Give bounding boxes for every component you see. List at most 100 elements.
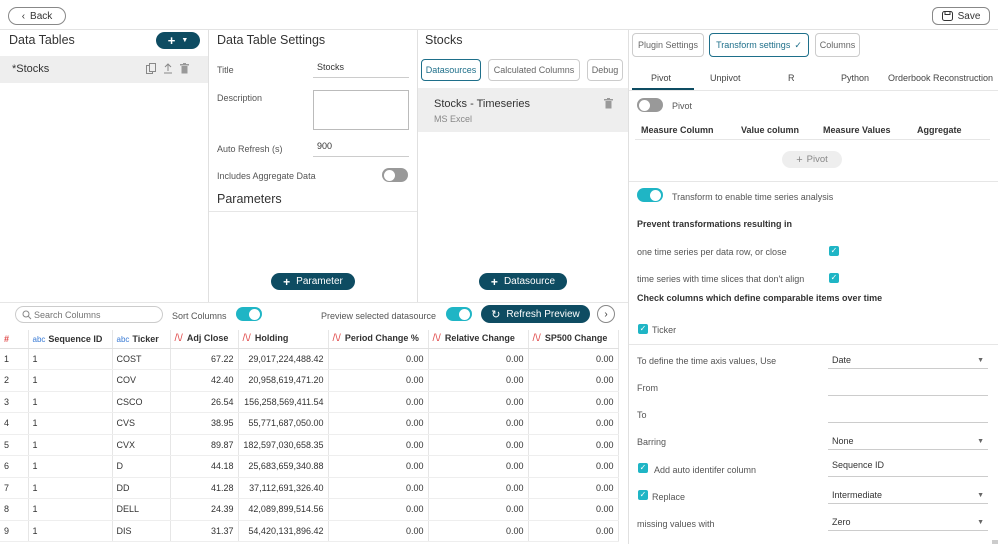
search-columns-field[interactable]: [15, 306, 163, 323]
barring-select[interactable]: None ▼: [828, 433, 988, 450]
table-cell: 0.00: [528, 348, 619, 370]
column-header-adj-close[interactable]: /\/Adj Close: [170, 330, 239, 349]
table-cell: 0.00: [528, 477, 619, 499]
table-cell: 42.40: [170, 369, 239, 392]
sort-columns-toggle[interactable]: [236, 307, 262, 321]
description-textarea[interactable]: [313, 90, 409, 130]
text-type-icon: abc: [32, 334, 46, 344]
time-axis-value: Date: [832, 355, 852, 365]
column-header-period-change[interactable]: /\/Period Change %: [328, 330, 429, 349]
caret-down-icon: ▼: [977, 437, 984, 445]
add-datasource-button[interactable]: + Datasource: [479, 273, 567, 290]
subtab-unpivot[interactable]: Unpivot: [710, 73, 741, 83]
tab-transform-settings[interactable]: Transform settings ✓: [709, 33, 809, 57]
table-cell: 1: [28, 477, 113, 499]
caret-down-icon: ▼: [181, 37, 189, 44]
prevent-option-1-label: one time series per data row, or close: [637, 247, 787, 257]
numeric-type-icon: /\/: [332, 333, 341, 345]
table-row[interactable]: 6 1 D 44.18 25,683,659,340.88 0.00 0.00 0.00: [0, 455, 619, 478]
time-axis-select[interactable]: Date ▼: [828, 352, 988, 369]
add-data-table-button[interactable]: + ▼: [156, 32, 200, 49]
back-button[interactable]: ‹ Back: [8, 7, 66, 25]
tab-calculated-columns[interactable]: Calculated Columns: [488, 59, 580, 81]
table-cell: 42,089,899,514.56: [238, 498, 329, 521]
trash-icon[interactable]: [180, 63, 189, 74]
table-cell: 0.00: [528, 455, 619, 478]
pivot-toggle[interactable]: [637, 98, 663, 112]
subtab-pivot[interactable]: Pivot: [651, 73, 671, 83]
pivot-column-measure-values: Measure Values: [823, 125, 891, 135]
title-input[interactable]: Stocks: [313, 62, 409, 78]
table-row[interactable]: 2 1 COV 42.40 20,958,619,471.20 0.00 0.00 0.00: [0, 369, 619, 392]
pivot-column-measure: Measure Column: [641, 125, 714, 135]
replace-checkbox[interactable]: ✓: [638, 490, 648, 500]
datasource-item[interactable]: Stocks - Timeseries MS Excel: [418, 88, 628, 132]
table-row[interactable]: 3 1 CSCO 26.54 156,258,569,411.54 0.00 0.00 0.0…: [0, 391, 619, 413]
add-pivot-button[interactable]: + Pivot: [782, 151, 842, 168]
divider: [629, 344, 998, 345]
subtab-r[interactable]: R: [788, 73, 795, 83]
table-row[interactable]: 5 1 CVX 89.87 182,597,030,658.35 0.00 0.00 0.00: [0, 434, 619, 456]
table-cell: CSCO: [112, 391, 171, 413]
table-header-row: # abc Sequence ID abc Ticker /\/Adj Close …: [0, 330, 619, 349]
table-cell: DELL: [112, 498, 171, 521]
subtab-orderbook-reconstruction[interactable]: Orderbook Reconstruction: [888, 73, 993, 83]
data-table-item[interactable]: *Stocks: [0, 56, 208, 83]
table-row[interactable]: 7 1 DD 41.28 37,112,691,326.40 0.00 0.00 0.00: [0, 477, 619, 499]
barring-label: Barring: [637, 437, 667, 447]
preview-datasource-toggle[interactable]: [446, 307, 472, 321]
ticker-checkbox[interactable]: ✓: [638, 324, 648, 334]
table-cell: 31.37: [170, 520, 239, 542]
table-cell: 38.95: [170, 412, 239, 435]
table-cell: COST: [112, 348, 171, 370]
tab-datasources[interactable]: Datasources: [421, 59, 481, 81]
add-datasource-label: Datasource: [503, 276, 556, 287]
missing-values-select[interactable]: Zero ▼: [828, 514, 988, 531]
column-header-index[interactable]: #: [0, 330, 29, 349]
column-header-label: Adj Close: [186, 333, 229, 344]
upload-icon[interactable]: [163, 63, 173, 74]
numeric-type-icon: /\/: [532, 333, 541, 345]
plus-icon: +: [167, 33, 176, 48]
chevron-right-icon[interactable]: ›: [597, 305, 615, 323]
divider: [417, 30, 418, 302]
table-cell: 0.00: [528, 369, 619, 392]
table-cell: 0.00: [328, 348, 429, 370]
time-series-toggle[interactable]: [637, 188, 663, 202]
refresh-preview-button[interactable]: ↻ Refresh Preview: [481, 305, 590, 323]
auto-id-checkbox[interactable]: ✓: [638, 463, 648, 473]
tab-debug[interactable]: Debug: [587, 59, 623, 81]
trash-icon[interactable]: [604, 98, 613, 109]
save-label: Save: [957, 10, 981, 22]
search-columns-input[interactable]: [34, 308, 154, 321]
save-button[interactable]: Save: [932, 7, 990, 25]
tab-plugin-settings[interactable]: Plugin Settings: [632, 33, 704, 57]
column-header-holding[interactable]: /\/Holding: [238, 330, 329, 349]
auto-refresh-input[interactable]: 900: [313, 141, 409, 157]
auto-id-input[interactable]: Sequence ID: [828, 460, 988, 477]
to-input[interactable]: [828, 406, 988, 423]
add-parameter-button[interactable]: + Parameter: [271, 273, 355, 290]
table-row[interactable]: 8 1 DELL 24.39 42,089,899,514.56 0.00 0.00 0.00: [0, 498, 619, 521]
table-row[interactable]: 9 1 DIS 31.37 54,420,131,896.42 0.00 0.00 0.00: [0, 520, 619, 542]
tab-columns[interactable]: Columns: [815, 33, 860, 57]
prevent-option-2-checkbox[interactable]: ✓: [829, 273, 839, 283]
replace-select[interactable]: Intermediate ▼: [828, 487, 988, 504]
aggregate-toggle[interactable]: [382, 168, 408, 182]
table-cell: 4: [0, 412, 29, 435]
divider: [629, 181, 998, 182]
from-input[interactable]: [828, 379, 988, 396]
divider: [629, 90, 998, 91]
prevent-option-1-checkbox[interactable]: ✓: [829, 246, 839, 256]
copy-icon[interactable]: [146, 63, 156, 74]
column-header-relative-change[interactable]: /\/Relative Change: [428, 330, 529, 349]
table-row[interactable]: 4 1 CVS 38.95 55,771,687,050.00 0.00 0.00 0.00: [0, 412, 619, 435]
column-header-ticker[interactable]: abc Ticker: [112, 330, 171, 349]
scrollbar[interactable]: [992, 540, 998, 544]
from-label: From: [637, 383, 658, 393]
table-row[interactable]: 1 1 COST 67.22 29,017,224,488.42 0.00 0.00 0.00: [0, 348, 619, 370]
column-header-sequence-id[interactable]: abc Sequence ID: [28, 330, 113, 349]
column-header-sp500-change[interactable]: /\/SP500 Change: [528, 330, 619, 349]
subtab-python[interactable]: Python: [841, 73, 869, 83]
auto-id-label: Add auto identifer column: [654, 465, 757, 475]
